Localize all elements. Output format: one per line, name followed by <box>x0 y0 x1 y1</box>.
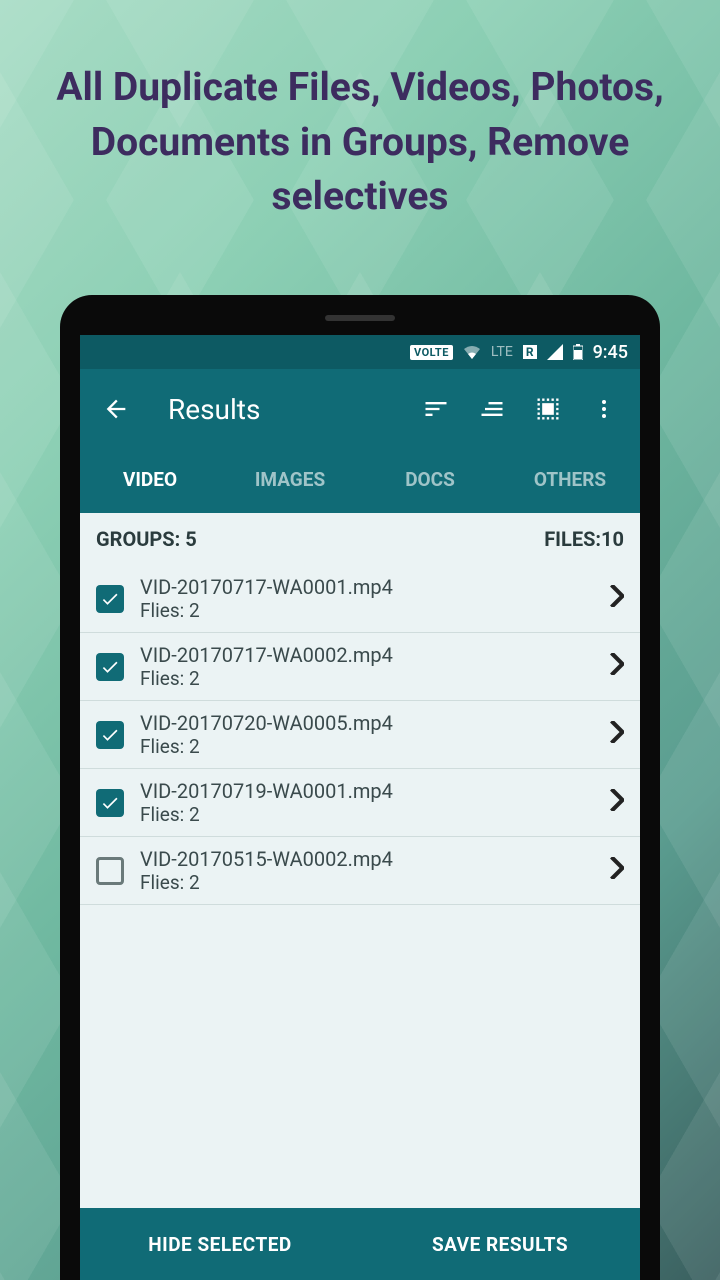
menu-button[interactable] <box>580 385 628 433</box>
back-button[interactable] <box>92 385 140 433</box>
signal-icon <box>547 344 563 360</box>
checkbox[interactable] <box>96 857 124 885</box>
checkbox[interactable] <box>96 721 124 749</box>
check-icon <box>100 657 120 677</box>
chevron-right-icon <box>610 789 624 817</box>
groups-count: GROUPS: 5 <box>96 527 197 551</box>
sort-desc-button[interactable] <box>412 385 460 433</box>
tab-images[interactable]: IMAGES <box>220 449 360 513</box>
row-text: VID-20170717-WA0002.mp4 Flies: 2 <box>140 643 594 690</box>
files-count: FILES:10 <box>544 527 624 551</box>
bottom-bar: HIDE SELECTED SAVE RESULTS <box>80 1208 640 1280</box>
file-name: VID-20170717-WA0002.mp4 <box>140 643 594 667</box>
row-text: VID-20170719-WA0001.mp4 Flies: 2 <box>140 779 594 826</box>
app-bar: Results <box>80 369 640 449</box>
file-name: VID-20170717-WA0001.mp4 <box>140 575 594 599</box>
chevron-right-icon <box>610 653 624 681</box>
list-item[interactable]: VID-20170719-WA0001.mp4 Flies: 2 <box>80 769 640 837</box>
more-vert-icon <box>592 397 616 421</box>
list-item[interactable]: VID-20170720-WA0005.mp4 Flies: 2 <box>80 701 640 769</box>
lte-label: LTE <box>491 344 513 360</box>
tab-video[interactable]: VIDEO <box>80 449 220 513</box>
check-icon <box>100 589 120 609</box>
list-item[interactable]: VID-20170717-WA0001.mp4 Flies: 2 <box>80 565 640 633</box>
file-sub: Flies: 2 <box>140 803 594 826</box>
row-text: VID-20170720-WA0005.mp4 Flies: 2 <box>140 711 594 758</box>
sort-desc-icon <box>422 395 450 423</box>
status-bar: VOLTE LTE R 9:45 <box>80 335 640 369</box>
save-results-button[interactable]: SAVE RESULTS <box>360 1208 640 1280</box>
file-sub: Flies: 2 <box>140 599 594 622</box>
file-list: VID-20170717-WA0001.mp4 Flies: 2 VID-201… <box>80 565 640 1208</box>
file-sub: Flies: 2 <box>140 735 594 758</box>
file-name: VID-20170719-WA0001.mp4 <box>140 779 594 803</box>
check-icon <box>100 793 120 813</box>
file-name: VID-20170515-WA0002.mp4 <box>140 847 594 871</box>
select-all-button[interactable] <box>524 385 572 433</box>
status-time: 9:45 <box>593 342 628 363</box>
tab-others[interactable]: OTHERS <box>500 449 640 513</box>
file-sub: Flies: 2 <box>140 667 594 690</box>
volte-badge: VOLTE <box>410 345 453 360</box>
chevron-right-icon <box>610 857 624 885</box>
roaming-label: R <box>523 345 537 359</box>
row-text: VID-20170515-WA0002.mp4 Flies: 2 <box>140 847 594 894</box>
file-name: VID-20170720-WA0005.mp4 <box>140 711 594 735</box>
sort-asc-button[interactable] <box>468 385 516 433</box>
summary-bar: GROUPS: 5 FILES:10 <box>80 513 640 565</box>
checkbox[interactable] <box>96 585 124 613</box>
check-icon <box>100 725 120 745</box>
sort-asc-icon <box>478 395 506 423</box>
battery-icon <box>573 344 583 360</box>
checkbox[interactable] <box>96 653 124 681</box>
phone-screen: VOLTE LTE R 9:45 Results <box>80 335 640 1280</box>
wifi-icon <box>463 345 481 359</box>
list-item[interactable]: VID-20170717-WA0002.mp4 Flies: 2 <box>80 633 640 701</box>
list-item[interactable]: VID-20170515-WA0002.mp4 Flies: 2 <box>80 837 640 905</box>
phone-speaker <box>325 315 395 321</box>
tab-docs[interactable]: DOCS <box>360 449 500 513</box>
promo-title: All Duplicate Files, Videos, Photos, Doc… <box>0 60 720 224</box>
file-sub: Flies: 2 <box>140 871 594 894</box>
chevron-right-icon <box>610 585 624 613</box>
select-all-icon <box>534 395 562 423</box>
row-text: VID-20170717-WA0001.mp4 Flies: 2 <box>140 575 594 622</box>
page-title: Results <box>168 393 404 426</box>
phone-frame: VOLTE LTE R 9:45 Results <box>60 295 660 1280</box>
hide-selected-button[interactable]: HIDE SELECTED <box>80 1208 360 1280</box>
arrow-left-icon <box>102 395 130 423</box>
checkbox[interactable] <box>96 789 124 817</box>
chevron-right-icon <box>610 721 624 749</box>
tabs: VIDEO IMAGES DOCS OTHERS <box>80 449 640 513</box>
